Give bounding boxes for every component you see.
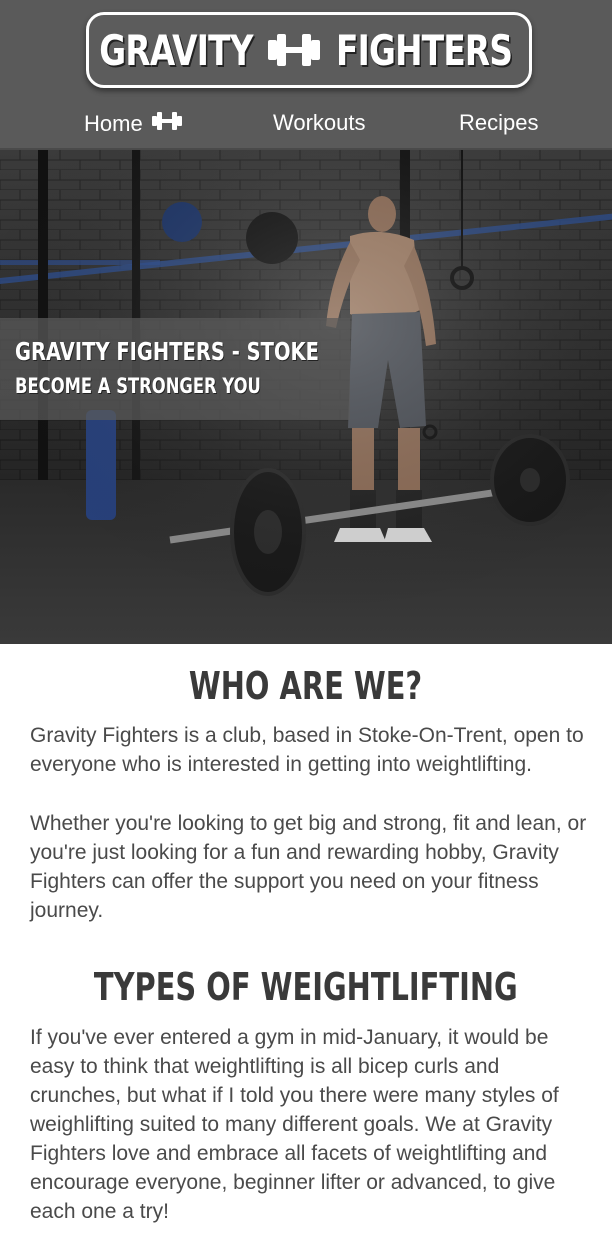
site-header: GRAVITY FIGHTERS Home Workouts Recipes [0,0,612,150]
hero-subtitle: BECOME A STRONGER YOU [15,374,261,398]
hero-caption: GRAVITY FIGHTERS - STOKE BECOME A STRONG… [0,318,350,420]
about-paragraph-2: Whether you're looking to get big and st… [30,812,587,922]
dumbbell-icon [266,28,322,72]
nav-item-home[interactable]: Home [84,110,183,138]
about-paragraph-1: Gravity Fighters is a club, based in Sto… [30,724,584,776]
logo-word-gravity: GRAVITY [99,25,253,75]
site-logo[interactable]: GRAVITY FIGHTERS [86,12,532,88]
about-heading-text: WHO ARE WE? [189,664,423,708]
logo-word-fighters: FIGHTERS [336,25,513,75]
nav-home-label: Home [84,111,143,136]
nav-workouts-label: Workouts [273,110,366,135]
about-heading: WHO ARE WE? [0,664,612,708]
types-paragraph: If you've ever entered a gym in mid-Janu… [30,1026,559,1223]
nav-item-recipes[interactable]: Recipes [459,110,538,136]
dumbbell-icon [151,110,183,138]
types-heading: TYPES OF WEIGHTLIFTING [0,965,612,1009]
main-nav: Home Workouts Recipes [0,96,612,150]
hero-banner: GRAVITY FIGHTERS - STOKE BECOME A STRONG… [0,150,612,644]
nav-recipes-label: Recipes [459,110,539,135]
types-heading-text: TYPES OF WEIGHTLIFTING [94,965,518,1009]
hero-title: GRAVITY FIGHTERS - STOKE [15,337,319,366]
nav-item-workouts[interactable]: Workouts [273,110,366,136]
